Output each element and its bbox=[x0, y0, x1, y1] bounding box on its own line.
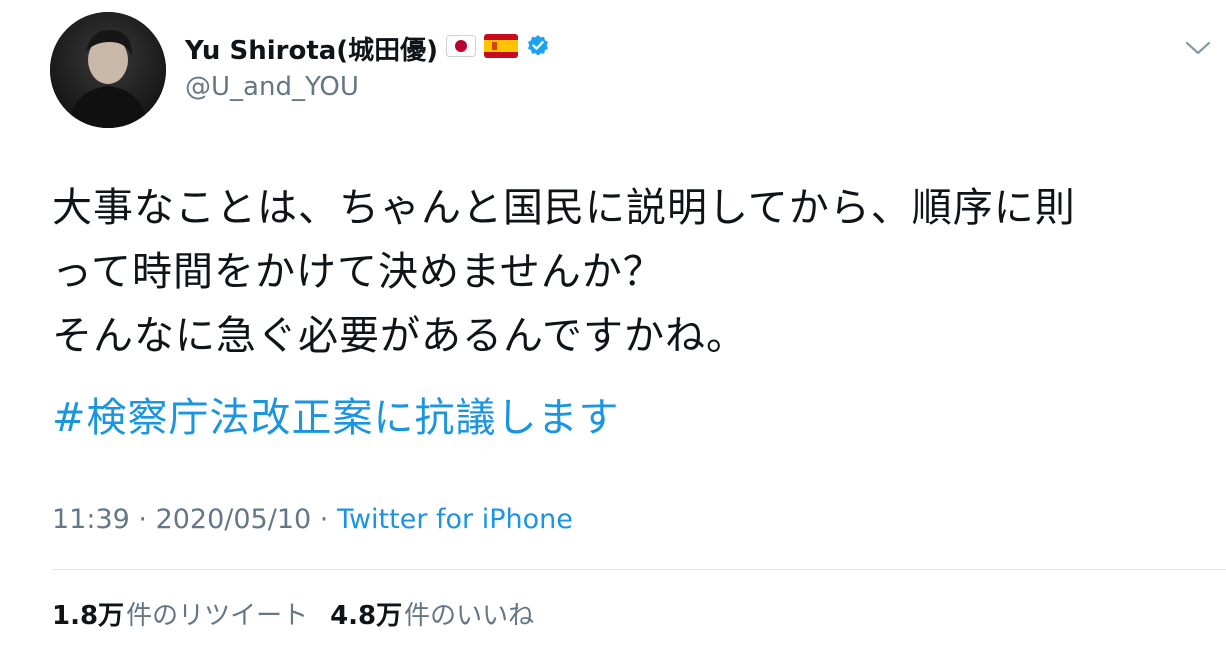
tweet-text: 大事なことは、ちゃんと国民に説明してから、順序に則 って時間をかけて決めませんか… bbox=[52, 176, 1212, 368]
meta-separator: · bbox=[129, 504, 156, 535]
display-name[interactable]: Yu Shirota(城田優) bbox=[185, 30, 438, 67]
tweet-source-link[interactable]: Twitter for iPhone bbox=[337, 504, 573, 535]
tweet-time[interactable]: 11:39 bbox=[52, 504, 130, 535]
author-name-row: Yu Shirota(城田優) bbox=[185, 28, 550, 68]
likes-count: 4.8万 bbox=[330, 601, 403, 631]
meta-separator: · bbox=[311, 504, 337, 535]
likes-label: 件のいいね bbox=[404, 601, 535, 631]
hashtag-link[interactable]: #検察庁法改正案に抗議します bbox=[52, 388, 620, 448]
spain-flag-icon bbox=[484, 34, 519, 62]
retweets-label: 件のリツイート bbox=[126, 601, 309, 631]
tweet-text-line: そんなに急ぐ必要があるんですかね。 bbox=[52, 313, 747, 359]
likes-stat[interactable]: 4.8万 件のいいね bbox=[330, 596, 534, 636]
chevron-down-icon[interactable] bbox=[1184, 38, 1212, 58]
divider bbox=[52, 569, 1226, 570]
tweet-text-line: 大事なことは、ちゃんと国民に説明してから、順序に則 bbox=[52, 185, 1076, 231]
japan-flag-icon bbox=[446, 35, 477, 61]
tweet-stats: 1.8万 件のリツイート 4.8万 件のいいね bbox=[52, 596, 556, 636]
author-handle[interactable]: @U_and_YOU bbox=[185, 72, 359, 102]
retweets-stat[interactable]: 1.8万 件のリツイート bbox=[52, 596, 308, 636]
avatar[interactable] bbox=[50, 12, 166, 128]
tweet-text-line: って時間をかけて決めませんか？ bbox=[52, 249, 664, 295]
tweet-meta: 11:39 · 2020/05/10 · Twitter for iPhone bbox=[52, 500, 573, 540]
tweet-date[interactable]: 2020/05/10 bbox=[156, 504, 312, 535]
retweets-count: 1.8万 bbox=[52, 601, 125, 631]
verified-badge-icon bbox=[526, 34, 550, 62]
